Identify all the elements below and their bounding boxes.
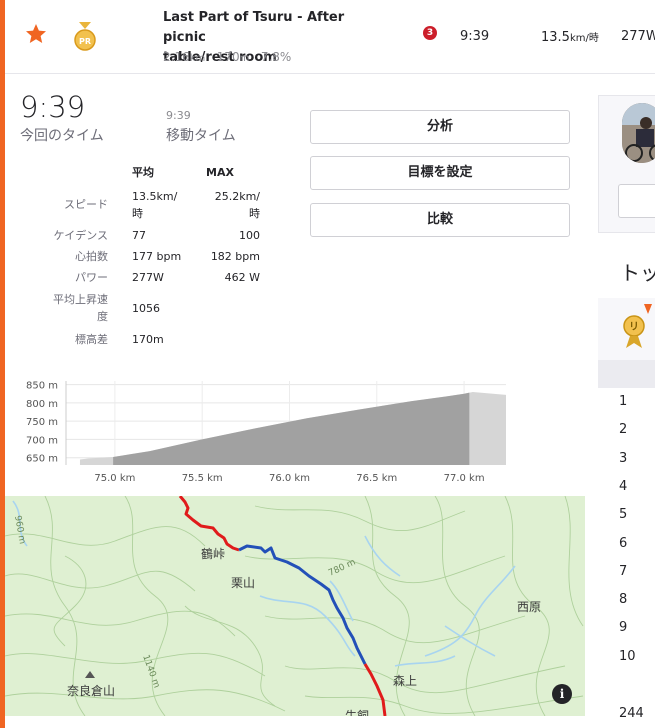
map-info-icon[interactable]: i — [552, 684, 572, 704]
heart-rate-max: 182 bpm — [210, 250, 260, 263]
leaderboard-rank: 9 — [619, 620, 628, 636]
power-label: パワー — [75, 271, 108, 284]
speed-label: スピード — [64, 198, 108, 211]
leaderboard-rank: 3 — [619, 450, 628, 466]
x-tick-label: 76.0 km — [269, 473, 310, 484]
segment-elevation-unit: m — [239, 53, 250, 64]
leaderboard-subheader — [598, 360, 655, 388]
x-tick-label: 77.0 km — [444, 473, 485, 484]
heart-rate-avg: 177 bpm — [132, 250, 182, 263]
y-tick-label: 850 m — [26, 381, 58, 392]
segment-time: 9:39 — [460, 29, 490, 44]
segment-speed-value: 13.5 — [541, 30, 570, 45]
cadence-label: ケイデンス — [53, 229, 108, 242]
star-icon[interactable] — [24, 22, 48, 46]
kom-crown-icon: リ — [623, 304, 652, 348]
stats-header-max: MAX — [206, 166, 234, 179]
label-pass: 鶴峠 — [201, 546, 225, 561]
stats-header-avg: 平均 — [132, 166, 154, 179]
label-narakurayama: 奈良倉山 — [67, 683, 115, 698]
vam-label-line1: 平均上昇速 — [53, 293, 108, 306]
y-tick-label: 750 m — [26, 417, 58, 428]
leaderboard-rank: 5 — [619, 507, 628, 523]
elevation-gain-avg: 170m — [132, 333, 164, 346]
set-goal-button[interactable]: 目標を設定 — [310, 156, 570, 190]
leaderboard-rank: 8 — [619, 592, 628, 608]
avatar-photo — [622, 103, 655, 163]
speed-max: 25.2km/ 時 — [200, 188, 260, 222]
moving-time: 9:39 — [166, 109, 191, 122]
segment-distance: 2.16 — [163, 50, 190, 64]
segment-speed: 13.5km/時 — [541, 29, 599, 45]
x-tick-label: 75.0 km — [94, 473, 135, 484]
power-max: 462 W — [224, 271, 260, 284]
pr-medal-icon: PR — [74, 22, 96, 51]
leaderboard-header: リ — [598, 298, 655, 360]
elapsed-time-label: 今回のタイム — [20, 128, 104, 144]
heart-rate-label: 心拍数 — [75, 250, 108, 263]
sidebar-title: トッ — [620, 261, 655, 285]
moving-time-label: 移動タイム — [166, 128, 236, 144]
vam-avg: 1056 — [132, 302, 160, 315]
segment-power: 277W — [621, 29, 655, 44]
compare-button[interactable]: 比較 — [310, 203, 570, 237]
y-tick-label: 650 m — [26, 454, 58, 465]
svg-text:PR: PR — [79, 37, 91, 46]
cadence-max: 100 — [239, 229, 260, 242]
vam-label-line2: 度 — [97, 310, 108, 323]
elapsed-time: 9:39 — [20, 90, 86, 124]
segment-meta: 2.16km 170m 7.8% — [163, 50, 291, 64]
sidebar-input[interactable] — [618, 184, 655, 218]
segment-speed-unit: km/時 — [569, 33, 599, 44]
elevation-chart[interactable]: 850 m 800 m 750 m 700 m 650 m 75.0 km 75.5 km 7… — [18, 375, 508, 487]
segment-name-line1[interactable]: Last Part of Tsuru - After picnic — [163, 8, 383, 48]
speed-avg-line2: 時 — [132, 207, 143, 220]
label-morikami: 森上 — [393, 673, 417, 688]
segment-elevation: 170 — [216, 50, 240, 64]
label-kuriyama: 栗山 — [231, 576, 255, 590]
speed-avg: 13.5km/ 時 — [132, 188, 177, 222]
power-avg: 277W — [132, 271, 164, 284]
map-terrain — [5, 496, 585, 716]
vam-label: 平均上昇速 度 — [36, 291, 108, 325]
y-tick-label: 800 m — [26, 399, 58, 410]
speed-max-line2: 時 — [249, 207, 260, 220]
leaderboard-rank: 1 — [619, 394, 628, 409]
avatar[interactable] — [622, 103, 655, 163]
map-canvas[interactable]: 鶴峠 栗山 西原 森上 奈良倉山 牛飼 780 m 1140 m 960 m — [5, 496, 585, 716]
label-nishihara: 西原 — [517, 600, 541, 614]
segment-grade: 7.8% — [260, 50, 292, 64]
segment-distance-unit: km — [189, 53, 206, 64]
label-ushikai: 牛飼 — [345, 708, 369, 716]
elevation-gain-label: 標高差 — [75, 333, 108, 346]
leaderboard-rank: 6 — [619, 535, 628, 551]
y-tick-label: 700 m — [26, 435, 58, 446]
analyze-button[interactable]: 分析 — [310, 110, 570, 144]
leaderboard-rank: 4 — [619, 478, 628, 494]
leaderboard-rank: 2 — [619, 422, 628, 438]
leaderboard-rank: 10 — [619, 648, 636, 664]
speed-avg-line1: 13.5km/ — [132, 190, 178, 203]
speed-max-line1: 25.2km/ — [214, 190, 260, 203]
cadence-avg: 77 — [132, 229, 146, 242]
route-map[interactable]: 鶴峠 栗山 西原 森上 奈良倉山 牛飼 780 m 1140 m 960 m — [5, 496, 585, 716]
svg-text:リ: リ — [629, 321, 639, 333]
x-tick-label: 75.5 km — [182, 473, 223, 484]
rank-badge: 3 — [423, 26, 437, 40]
leaderboard-count: 244 — [619, 706, 644, 721]
leaderboard-rank: 7 — [619, 563, 628, 579]
x-tick-label: 76.5 km — [356, 473, 397, 484]
segment-row[interactable]: PR Last Part of Tsuru - After picnic tab… — [5, 0, 655, 74]
